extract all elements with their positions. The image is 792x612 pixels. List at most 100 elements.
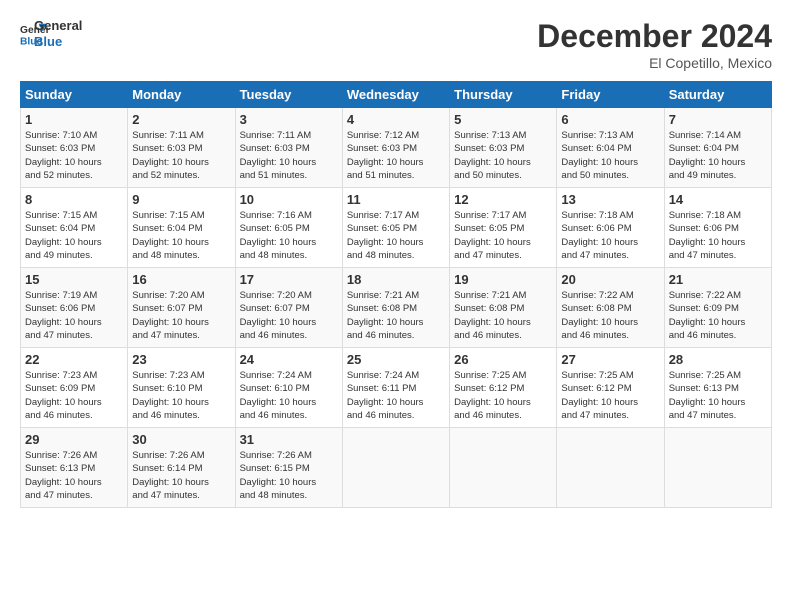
cell-info: Sunrise: 7:18 AMSunset: 6:06 PMDaylight:… xyxy=(561,210,638,261)
header-wednesday: Wednesday xyxy=(342,82,449,108)
day-number: 23 xyxy=(132,352,230,367)
cell-info: Sunrise: 7:11 AMSunset: 6:03 PMDaylight:… xyxy=(132,130,209,181)
calendar-cell xyxy=(342,428,449,508)
calendar-cell: 21 Sunrise: 7:22 AMSunset: 6:09 PMDayligh… xyxy=(664,268,771,348)
day-number: 8 xyxy=(25,192,123,207)
day-number: 26 xyxy=(454,352,552,367)
month-title: December 2024 xyxy=(537,18,772,55)
calendar-cell: 4 Sunrise: 7:12 AMSunset: 6:03 PMDaylight… xyxy=(342,108,449,188)
day-number: 14 xyxy=(669,192,767,207)
cell-info: Sunrise: 7:25 AMSunset: 6:12 PMDaylight:… xyxy=(454,370,531,421)
calendar-cell: 1 Sunrise: 7:10 AMSunset: 6:03 PMDaylight… xyxy=(21,108,128,188)
cell-info: Sunrise: 7:25 AMSunset: 6:13 PMDaylight:… xyxy=(669,370,746,421)
calendar-cell: 12 Sunrise: 7:17 AMSunset: 6:05 PMDayligh… xyxy=(450,188,557,268)
logo-line1: General xyxy=(34,18,82,34)
day-number: 9 xyxy=(132,192,230,207)
calendar-cell xyxy=(450,428,557,508)
calendar-cell: 9 Sunrise: 7:15 AMSunset: 6:04 PMDaylight… xyxy=(128,188,235,268)
calendar-cell: 10 Sunrise: 7:16 AMSunset: 6:05 PMDayligh… xyxy=(235,188,342,268)
day-number: 16 xyxy=(132,272,230,287)
day-number: 1 xyxy=(25,112,123,127)
week-row-3: 15Sunrise: 7:19 AMSunset: 6:06 PMDayligh… xyxy=(21,268,772,348)
week-row-4: 22Sunrise: 7:23 AMSunset: 6:09 PMDayligh… xyxy=(21,348,772,428)
day-number: 29 xyxy=(25,432,123,447)
calendar-cell: 3 Sunrise: 7:11 AMSunset: 6:03 PMDaylight… xyxy=(235,108,342,188)
calendar-header-row: SundayMondayTuesdayWednesdayThursdayFrid… xyxy=(21,82,772,108)
cell-info: Sunrise: 7:24 AMSunset: 6:11 PMDaylight:… xyxy=(347,370,424,421)
day-number: 15 xyxy=(25,272,123,287)
cell-info: Sunrise: 7:21 AMSunset: 6:08 PMDaylight:… xyxy=(454,290,531,341)
header-sunday: Sunday xyxy=(21,82,128,108)
cell-info: Sunrise: 7:25 AMSunset: 6:12 PMDaylight:… xyxy=(561,370,638,421)
day-number: 17 xyxy=(240,272,338,287)
day-number: 20 xyxy=(561,272,659,287)
day-number: 7 xyxy=(669,112,767,127)
day-number: 11 xyxy=(347,192,445,207)
header-tuesday: Tuesday xyxy=(235,82,342,108)
day-number: 31 xyxy=(240,432,338,447)
cell-info: Sunrise: 7:17 AMSunset: 6:05 PMDaylight:… xyxy=(454,210,531,261)
calendar-cell: 30Sunrise: 7:26 AMSunset: 6:14 PMDayligh… xyxy=(128,428,235,508)
day-number: 3 xyxy=(240,112,338,127)
cell-info: Sunrise: 7:21 AMSunset: 6:08 PMDaylight:… xyxy=(347,290,424,341)
cell-info: Sunrise: 7:18 AMSunset: 6:06 PMDaylight:… xyxy=(669,210,746,261)
calendar-cell: 20 Sunrise: 7:22 AMSunset: 6:08 PMDayligh… xyxy=(557,268,664,348)
calendar-cell: 14 Sunrise: 7:18 AMSunset: 6:06 PMDayligh… xyxy=(664,188,771,268)
calendar-cell: 18 Sunrise: 7:21 AMSunset: 6:08 PMDayligh… xyxy=(342,268,449,348)
calendar-cell: 15Sunrise: 7:19 AMSunset: 6:06 PMDayligh… xyxy=(21,268,128,348)
calendar-cell: 2Sunrise: 7:11 AMSunset: 6:03 PMDaylight… xyxy=(128,108,235,188)
page: General Blue General Blue December 2024 … xyxy=(0,0,792,518)
cell-info: Sunrise: 7:13 AMSunset: 6:04 PMDaylight:… xyxy=(561,130,638,181)
calendar-cell: 19Sunrise: 7:21 AMSunset: 6:08 PMDayligh… xyxy=(450,268,557,348)
day-number: 27 xyxy=(561,352,659,367)
logo-line2: Blue xyxy=(34,34,82,50)
calendar-cell: 17Sunrise: 7:20 AMSunset: 6:07 PMDayligh… xyxy=(235,268,342,348)
calendar-cell: 25 Sunrise: 7:24 AMSunset: 6:11 PMDayligh… xyxy=(342,348,449,428)
week-row-5: 29 Sunrise: 7:26 AMSunset: 6:13 PMDayligh… xyxy=(21,428,772,508)
cell-info: Sunrise: 7:22 AMSunset: 6:09 PMDaylight:… xyxy=(669,290,746,341)
calendar-cell: 29 Sunrise: 7:26 AMSunset: 6:13 PMDayligh… xyxy=(21,428,128,508)
cell-info: Sunrise: 7:22 AMSunset: 6:08 PMDaylight:… xyxy=(561,290,638,341)
header-saturday: Saturday xyxy=(664,82,771,108)
calendar-cell: 26 Sunrise: 7:25 AMSunset: 6:12 PMDayligh… xyxy=(450,348,557,428)
cell-info: Sunrise: 7:12 AMSunset: 6:03 PMDaylight:… xyxy=(347,130,424,181)
day-number: 12 xyxy=(454,192,552,207)
calendar-cell: 27 Sunrise: 7:25 AMSunset: 6:12 PMDayligh… xyxy=(557,348,664,428)
week-row-1: 1 Sunrise: 7:10 AMSunset: 6:03 PMDaylight… xyxy=(21,108,772,188)
location: El Copetillo, Mexico xyxy=(537,55,772,71)
cell-info: Sunrise: 7:20 AMSunset: 6:07 PMDaylight:… xyxy=(132,290,209,341)
calendar-cell: 16 Sunrise: 7:20 AMSunset: 6:07 PMDayligh… xyxy=(128,268,235,348)
day-number: 25 xyxy=(347,352,445,367)
day-number: 10 xyxy=(240,192,338,207)
day-number: 21 xyxy=(669,272,767,287)
cell-info: Sunrise: 7:10 AMSunset: 6:03 PMDaylight:… xyxy=(25,130,102,181)
cell-info: Sunrise: 7:15 AMSunset: 6:04 PMDaylight:… xyxy=(25,210,102,261)
calendar-cell: 24Sunrise: 7:24 AMSunset: 6:10 PMDayligh… xyxy=(235,348,342,428)
calendar-cell: 23 Sunrise: 7:23 AMSunset: 6:10 PMDayligh… xyxy=(128,348,235,428)
cell-info: Sunrise: 7:13 AMSunset: 6:03 PMDaylight:… xyxy=(454,130,531,181)
cell-info: Sunrise: 7:11 AMSunset: 6:03 PMDaylight:… xyxy=(240,130,317,181)
day-number: 5 xyxy=(454,112,552,127)
cell-info: Sunrise: 7:26 AMSunset: 6:14 PMDaylight:… xyxy=(132,450,209,501)
day-number: 13 xyxy=(561,192,659,207)
cell-info: Sunrise: 7:15 AMSunset: 6:04 PMDaylight:… xyxy=(132,210,209,261)
cell-info: Sunrise: 7:23 AMSunset: 6:10 PMDaylight:… xyxy=(132,370,209,421)
day-number: 22 xyxy=(25,352,123,367)
calendar-cell: 8 Sunrise: 7:15 AMSunset: 6:04 PMDaylight… xyxy=(21,188,128,268)
day-number: 18 xyxy=(347,272,445,287)
cell-info: Sunrise: 7:16 AMSunset: 6:05 PMDaylight:… xyxy=(240,210,317,261)
cell-info: Sunrise: 7:26 AMSunset: 6:15 PMDaylight:… xyxy=(240,450,317,501)
calendar-cell: 7Sunrise: 7:14 AMSunset: 6:04 PMDaylight… xyxy=(664,108,771,188)
calendar-table: SundayMondayTuesdayWednesdayThursdayFrid… xyxy=(20,81,772,508)
day-number: 4 xyxy=(347,112,445,127)
week-row-2: 8 Sunrise: 7:15 AMSunset: 6:04 PMDaylight… xyxy=(21,188,772,268)
header: General Blue General Blue December 2024 … xyxy=(20,18,772,71)
day-number: 24 xyxy=(240,352,338,367)
calendar-cell xyxy=(664,428,771,508)
title-block: December 2024 El Copetillo, Mexico xyxy=(537,18,772,71)
header-thursday: Thursday xyxy=(450,82,557,108)
cell-info: Sunrise: 7:26 AMSunset: 6:13 PMDaylight:… xyxy=(25,450,102,501)
calendar-cell: 22Sunrise: 7:23 AMSunset: 6:09 PMDayligh… xyxy=(21,348,128,428)
calendar-cell: 11Sunrise: 7:17 AMSunset: 6:05 PMDayligh… xyxy=(342,188,449,268)
calendar-cell xyxy=(557,428,664,508)
